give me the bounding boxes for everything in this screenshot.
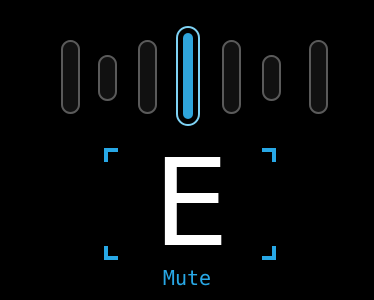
meter-segment-4-active: [176, 26, 200, 126]
meter-segment-1: [61, 40, 80, 114]
meter-segment-7: [309, 40, 328, 114]
tuner-screen: E Mute: [0, 0, 374, 300]
bracket-top-left: [104, 148, 118, 162]
meter-segment-2: [98, 55, 117, 101]
bracket-bottom-left: [104, 246, 118, 260]
meter-segment-3: [138, 40, 157, 114]
meter-segment-5: [222, 40, 241, 114]
bracket-top-right: [262, 148, 276, 162]
bracket-bottom-right: [262, 246, 276, 260]
note-name: E: [153, 135, 229, 274]
meter-segment-6: [262, 55, 281, 101]
status-text: Mute: [162, 266, 212, 290]
